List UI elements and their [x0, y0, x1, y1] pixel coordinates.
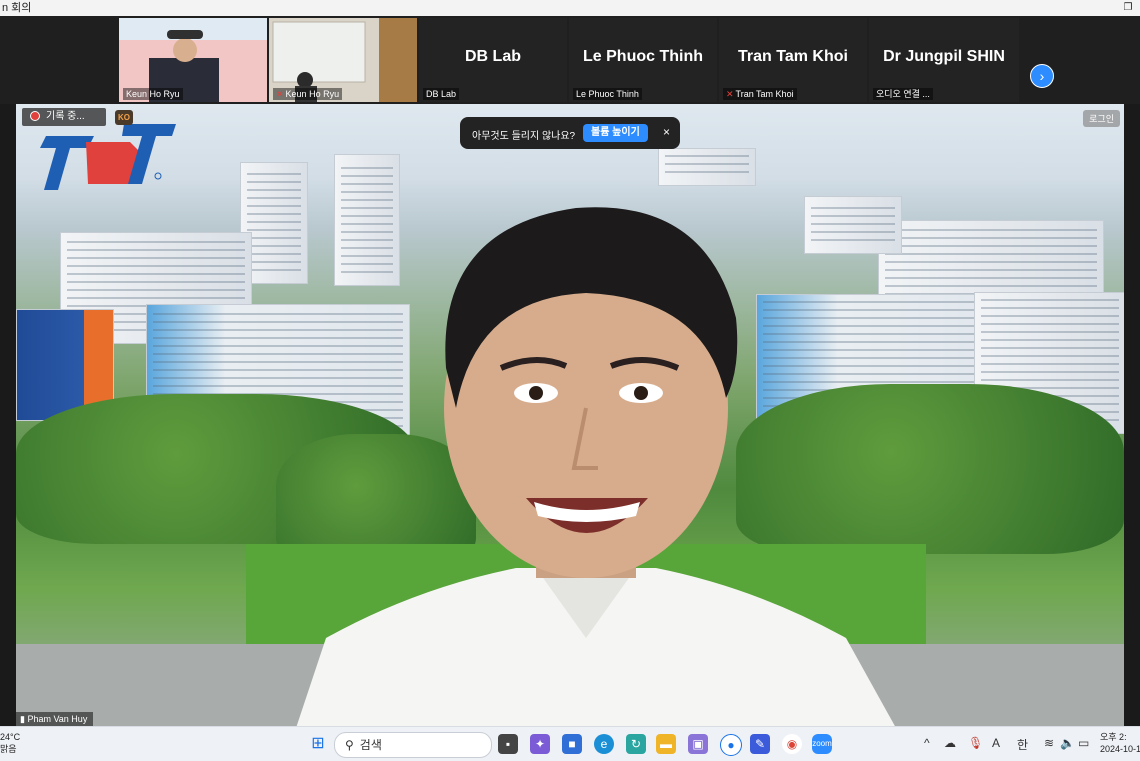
- active-speaker-name-label: ▮ Pham Van Huy: [16, 712, 94, 726]
- ime-mode-han[interactable]: 한: [1017, 736, 1028, 753]
- taskbar: 24°C 맑음 ⊞ ⚲ 검색 ▪ ✦ ■ e ↻ ▬ ▣ ● ✎ ◉ zoom ^…: [0, 726, 1140, 761]
- participant-status-label: 오디오 연결 ...: [873, 88, 933, 100]
- language-badge[interactable]: KO: [115, 110, 133, 125]
- active-speaker-name: Pham Van Huy: [27, 714, 88, 724]
- participant-display-name: Le Phuoc Thinh: [583, 48, 703, 65]
- participant-strip: Keun Ho Ryu ✕ Keun Ho Ryu DB Lab DB Lab L…: [0, 16, 1140, 104]
- ime-mode-a[interactable]: A: [992, 736, 1000, 750]
- window-title-bar: n 회의 ❐: [0, 0, 1140, 16]
- search-icon: ⚲: [345, 738, 354, 752]
- next-page-icon[interactable]: ›: [1030, 64, 1054, 88]
- chevron-up-icon[interactable]: ^: [924, 736, 930, 750]
- mic-muted-icon: ✕: [726, 89, 734, 99]
- login-button[interactable]: 로그인: [1083, 110, 1120, 127]
- tdt-university-logo: [40, 124, 176, 190]
- participant-tile-le-phuoc-thinh[interactable]: Le Phuoc Thinh Le Phuoc Thinh: [569, 18, 717, 102]
- recording-indicator[interactable]: 기록 중...: [22, 108, 106, 126]
- close-icon[interactable]: ×: [663, 125, 670, 139]
- participant-name-text: Tran Tam Khoi: [735, 89, 794, 99]
- recording-label: 기록 중...: [46, 111, 85, 122]
- volume-icon[interactable]: 🔈: [1060, 736, 1075, 750]
- participant-tile-db-lab[interactable]: DB Lab DB Lab: [419, 18, 567, 102]
- weather-widget[interactable]: 24°C 맑음: [0, 731, 20, 755]
- participant-name-label: Le Phuoc Thinh: [573, 88, 642, 100]
- zoom-icon[interactable]: zoom: [812, 734, 832, 754]
- participant-name-label: Keun Ho Ryu: [123, 88, 183, 100]
- speaker-figure: [296, 207, 895, 726]
- weather-condition: 맑음: [0, 744, 17, 754]
- participant-name-text: Keun Ho Ryu: [285, 89, 340, 99]
- clock-date: 2024-10-1: [1100, 744, 1140, 754]
- wifi-icon[interactable]: ≋: [1044, 736, 1054, 750]
- clock-time: 오후 2:: [1100, 732, 1127, 742]
- participant-tile-tran-tam-khoi[interactable]: Tran Tam Khoi ✕ Tran Tam Khoi: [719, 18, 867, 102]
- search-label: 검색: [359, 738, 382, 752]
- participant-display-name: Tran Tam Khoi: [738, 48, 848, 65]
- mic-muted-icon: ✕: [276, 89, 284, 99]
- battery-icon[interactable]: ▭: [1078, 736, 1089, 750]
- participant-tile-jungpil-shin[interactable]: Dr Jungpil SHIN 오디오 연결 ...: [869, 18, 1019, 102]
- taskbar-search[interactable]: ⚲ 검색: [334, 732, 492, 758]
- app-icon[interactable]: ▣: [688, 734, 708, 754]
- participant-tile-video-2[interactable]: ✕ Keun Ho Ryu: [269, 18, 417, 102]
- toast-message: 아무것도 들리지 않나요?: [472, 131, 576, 142]
- store-icon[interactable]: ■: [562, 734, 582, 754]
- edge-icon[interactable]: e: [594, 734, 614, 754]
- system-clock[interactable]: 오후 2: 2024-10-1: [1100, 731, 1140, 755]
- windows-start-icon[interactable]: ⊞: [308, 734, 328, 754]
- file-explorer-icon[interactable]: ▬: [656, 734, 676, 754]
- cloud-icon[interactable]: ☁: [944, 736, 956, 750]
- participant-display-name: DB Lab: [465, 48, 521, 65]
- window-title: n 회의: [2, 2, 32, 14]
- participant-name-label: DB Lab: [423, 88, 460, 100]
- participant-name-label: ✕ Keun Ho Ryu: [273, 88, 343, 100]
- participant-tile-video-1[interactable]: Keun Ho Ryu: [119, 18, 267, 102]
- audio-hint-toast: 아무것도 들리지 않나요? 볼륨 높이기 ×: [460, 117, 680, 149]
- participant-display-name: Dr Jungpil SHIN: [883, 48, 1005, 65]
- copilot-icon[interactable]: ✦: [530, 734, 550, 754]
- active-speaker-video: 기록 중... KO 아무것도 들리지 않나요? 볼륨 높이기 × 로그인 ▮ …: [16, 104, 1124, 726]
- task-view-icon[interactable]: ▪: [498, 734, 518, 754]
- microphone-icon[interactable]: 🎙: [968, 736, 983, 750]
- participant-name-label: ✕ Tran Tam Khoi: [723, 88, 797, 100]
- app-icon[interactable]: ↻: [626, 734, 646, 754]
- restore-icon[interactable]: ❐: [1120, 0, 1136, 16]
- increase-volume-button[interactable]: 볼륨 높이기: [583, 124, 648, 142]
- recording-icon: [30, 111, 40, 122]
- chrome-icon[interactable]: ◉: [782, 734, 802, 754]
- weather-temperature: 24°C: [0, 732, 21, 742]
- app-icon[interactable]: ✎: [750, 734, 770, 754]
- app-icon[interactable]: ●: [720, 734, 742, 756]
